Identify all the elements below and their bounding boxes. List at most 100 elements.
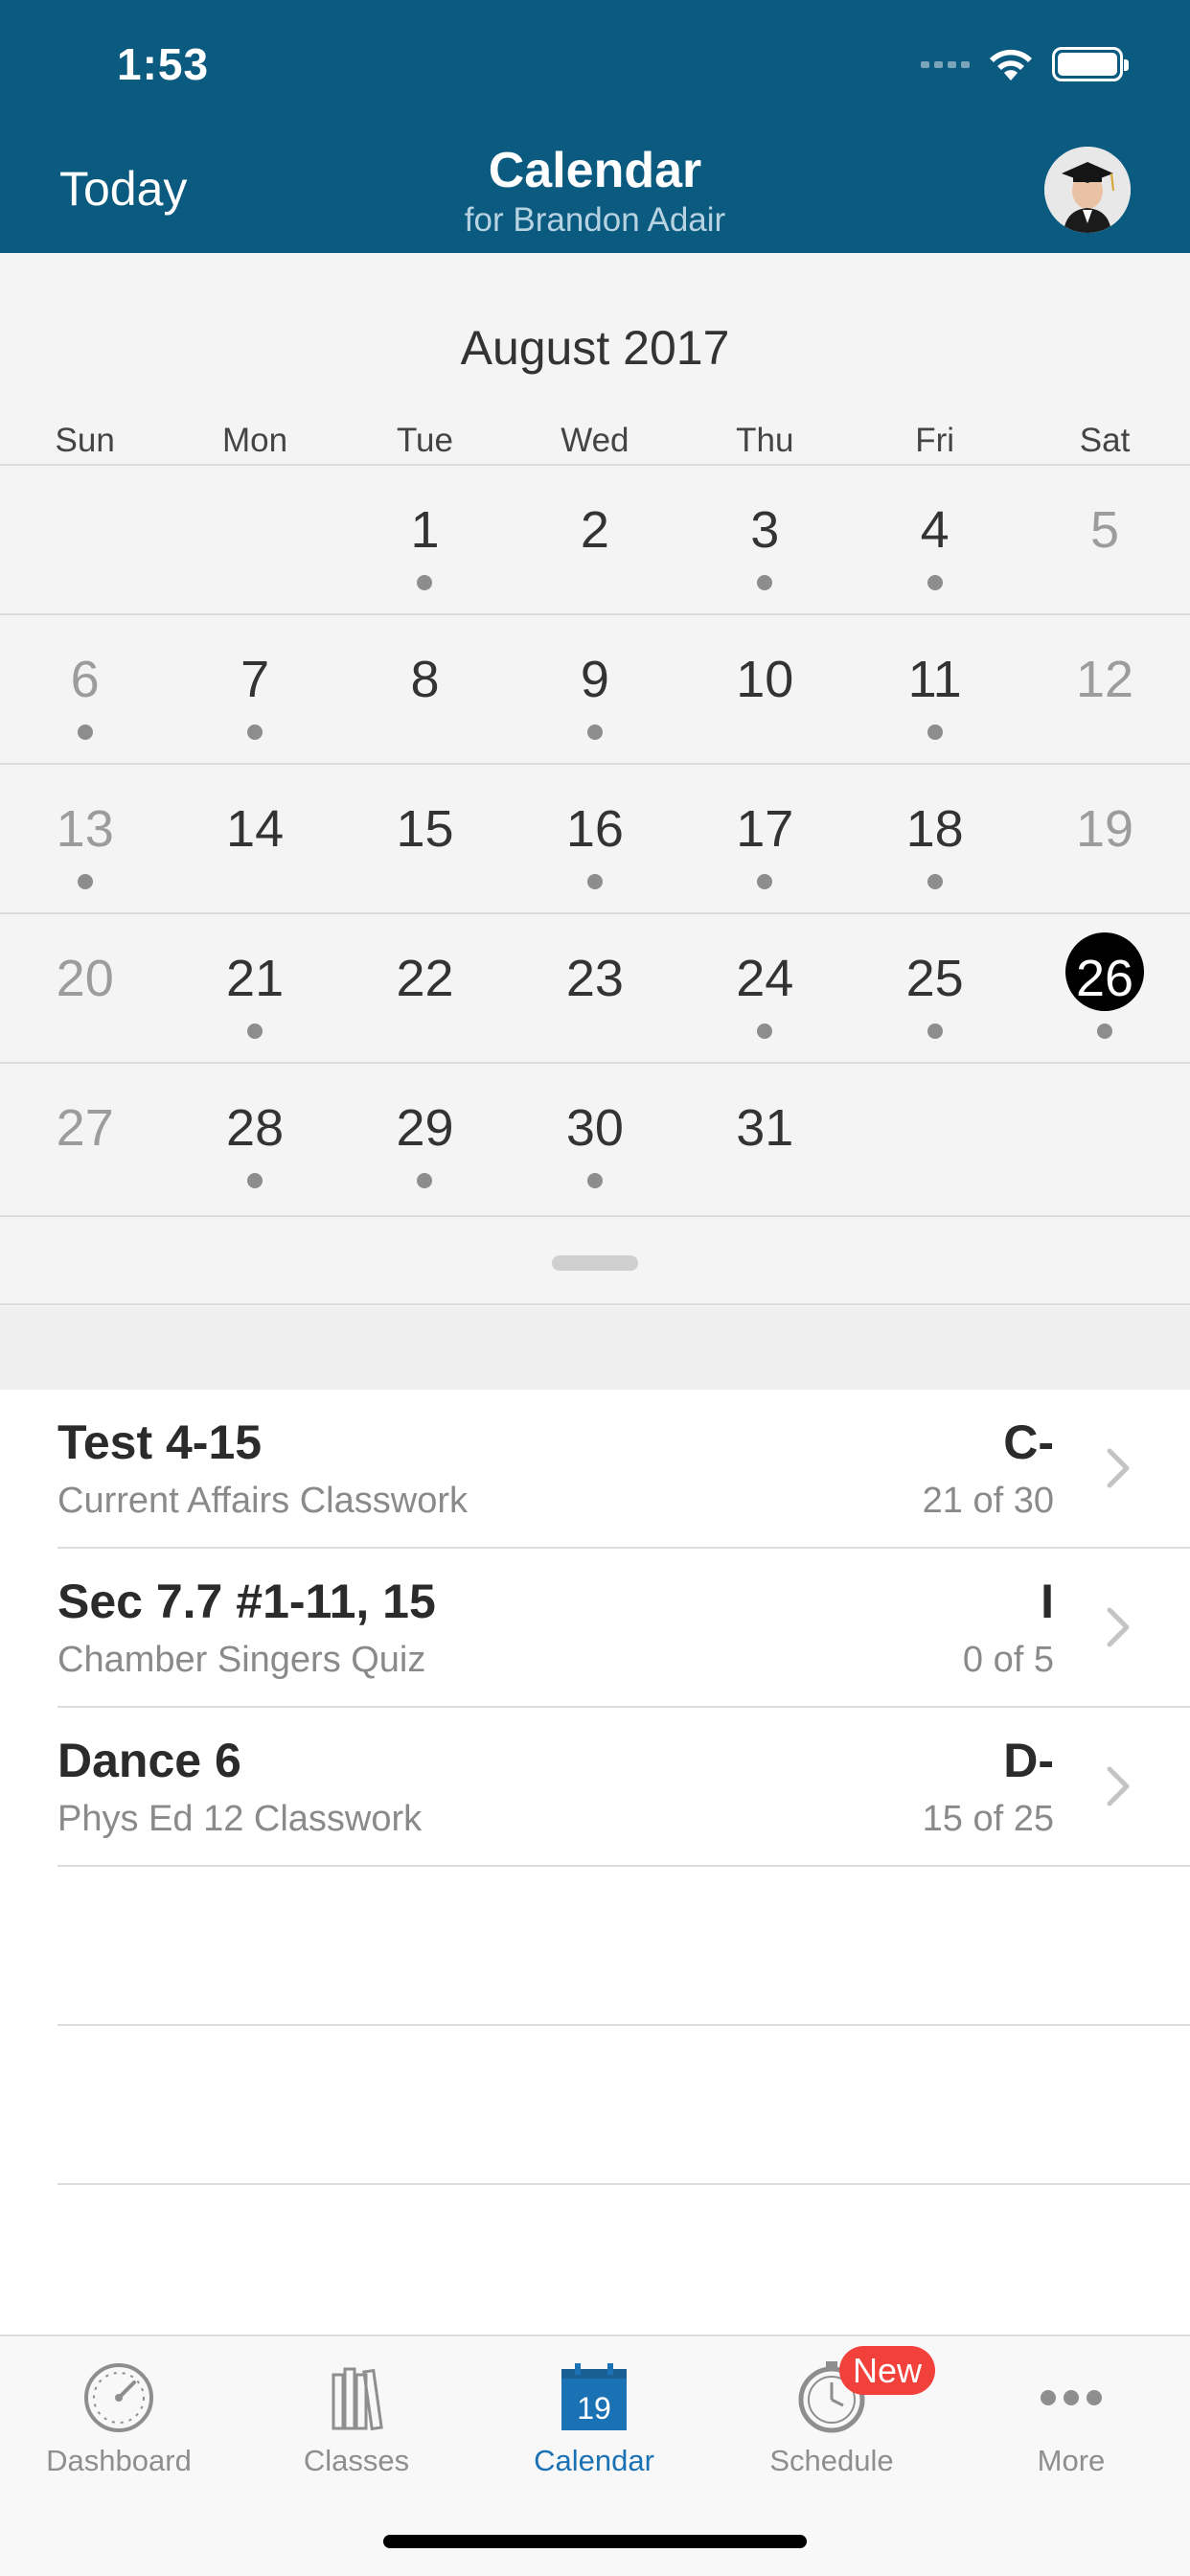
avatar-graduate-image	[1044, 147, 1131, 233]
home-indicator	[383, 2535, 807, 2548]
calendar-week-row: 27 28 29 30 31	[0, 1062, 1190, 1211]
day-number: 20	[56, 950, 114, 1007]
calendar-week-row: 20 21 22 23 24 25 26	[0, 912, 1190, 1062]
tab-label-more: More	[1037, 2444, 1106, 2477]
day-number: 29	[396, 1099, 454, 1157]
assignment-score: 21 of 30	[922, 1481, 1054, 1521]
calendar-day[interactable]: 15	[340, 765, 510, 912]
event-indicator-dot	[247, 1024, 263, 1039]
calendar-day[interactable]: 20	[0, 914, 170, 1062]
month-calendar: August 2017 Sun Mon Tue Wed Thu Fri Sat 123456…	[0, 253, 1190, 1307]
event-indicator-dot	[586, 874, 603, 889]
event-indicator-dot	[77, 724, 93, 740]
calendar-week-row: 6 7 8 9 10 11 12	[0, 613, 1190, 763]
assignment-title: Sec 7.7 #1-11, 15	[57, 1575, 436, 1628]
tab-schedule[interactable]: New Schedule	[713, 2336, 950, 2490]
calendar-day[interactable]: 29	[340, 1064, 510, 1211]
calendar-day[interactable]: 14	[170, 765, 339, 912]
student-avatar[interactable]	[1044, 147, 1131, 233]
assignment-grade: I	[1041, 1575, 1054, 1628]
assignment-title: Test 4-15	[57, 1415, 263, 1469]
calendar-day[interactable]: 21	[170, 914, 339, 1062]
tab-classes[interactable]: Classes	[238, 2336, 475, 2490]
assignment-score: 0 of 5	[962, 1640, 1054, 1680]
assignment-row[interactable]: Test 4-15 Current Affairs Classwork C- 21 o…	[57, 1390, 1190, 1549]
calendar-day[interactable]: 27	[0, 1064, 170, 1211]
calendar-day[interactable]: 8	[340, 615, 510, 763]
assignment-row[interactable]: Dance 6 Phys Ed 12 Classwork D- 15 of 25	[57, 1708, 1190, 1867]
day-number: 18	[905, 800, 964, 858]
drag-handle[interactable]	[552, 1255, 638, 1271]
calendar-week-row: 13 14 15 16 17 18 19	[0, 763, 1190, 912]
day-of-week-label: Mon	[222, 422, 288, 459]
books-icon	[316, 2356, 397, 2436]
tab-label-dashboard: Dashboard	[46, 2444, 192, 2477]
calendar-icon: 19	[554, 2356, 634, 2436]
assignment-title: Dance 6	[57, 1734, 241, 1787]
day-number: 19	[1076, 800, 1134, 858]
day-number: 28	[226, 1099, 285, 1157]
calendar-day[interactable]: 24	[680, 914, 850, 1062]
day-of-week-label: Wed	[561, 422, 629, 459]
calendar-day[interactable]: 30	[510, 1064, 679, 1211]
calendar-day[interactable]: 25	[850, 914, 1019, 1062]
calendar-day[interactable]: 3	[680, 466, 850, 613]
day-number: 26	[1076, 950, 1134, 1007]
navigation-header: 1:53 Today Calendar for Brandon Adair	[0, 0, 1190, 253]
event-indicator-dot	[77, 874, 93, 889]
tab-label-calendar: Calendar	[534, 2444, 654, 2477]
chevron-right-icon	[1104, 1447, 1133, 1489]
calendar-day[interactable]: 12	[1019, 615, 1189, 763]
tab-calendar[interactable]: 19 Calendar	[475, 2336, 713, 2490]
calendar-day[interactable]: 31	[680, 1064, 850, 1211]
event-indicator-dot	[417, 1173, 433, 1188]
calendar-day[interactable]: 19	[1019, 765, 1189, 912]
calendar-day[interactable]: 11	[850, 615, 1019, 763]
tab-more[interactable]: More	[952, 2336, 1190, 2490]
calendar-day[interactable]: 13	[0, 765, 170, 912]
calendar-day[interactable]: 1	[340, 466, 510, 613]
event-indicator-dot	[927, 575, 943, 590]
chevron-right-icon	[1104, 1606, 1133, 1648]
calendar-day[interactable]: 6	[0, 615, 170, 763]
assignment-row[interactable]: Sec 7.7 #1-11, 15 Chamber Singers Quiz I 0 …	[57, 1549, 1190, 1708]
calendar-collapse-bar[interactable]	[0, 1215, 1190, 1305]
assignment-class: Current Affairs Classwork	[57, 1481, 468, 1521]
calendar-day[interactable]: 22	[340, 914, 510, 1062]
dashboard-gauge-icon	[79, 2356, 159, 2436]
calendar-week-row: 1 2 3 4 5	[0, 464, 1190, 613]
event-indicator-dot	[417, 575, 433, 590]
calendar-day-empty	[1019, 1064, 1189, 1211]
day-number: 8	[410, 651, 440, 708]
day-of-week-label: Fri	[915, 422, 955, 459]
calendar-day[interactable]: 9	[510, 615, 679, 763]
calendar-day[interactable]: 18	[850, 765, 1019, 912]
calendar-day[interactable]: 16	[510, 765, 679, 912]
tab-dashboard[interactable]: Dashboard	[0, 2336, 238, 2490]
day-number: 25	[905, 950, 964, 1007]
calendar-day[interactable]: 10	[680, 615, 850, 763]
day-of-week-label: Sun	[55, 422, 115, 459]
assignment-list: Test 4-15 Current Affairs Classwork C- 21 o…	[0, 1390, 1190, 2185]
month-label: August 2017	[460, 321, 730, 375]
calendar-day-selected[interactable]: 26	[1019, 914, 1189, 1062]
day-of-week-label: Thu	[736, 422, 794, 459]
calendar-day[interactable]: 23	[510, 914, 679, 1062]
day-number: 15	[396, 800, 454, 858]
calendar-day[interactable]: 28	[170, 1064, 339, 1211]
calendar-day[interactable]: 4	[850, 466, 1019, 613]
calendar-day[interactable]: 5	[1019, 466, 1189, 613]
day-number: 14	[226, 800, 285, 858]
calendar-day[interactable]: 2	[510, 466, 679, 613]
day-number: 31	[736, 1099, 794, 1157]
event-indicator-dot	[927, 724, 943, 740]
calendar-day-empty	[850, 1064, 1019, 1211]
day-number: 12	[1076, 651, 1134, 708]
calendar-day[interactable]: 17	[680, 765, 850, 912]
day-number: 9	[580, 651, 609, 708]
calendar-day[interactable]: 7	[170, 615, 339, 763]
day-number: 7	[240, 651, 270, 708]
new-badge: New	[839, 2346, 936, 2396]
header-title-block: Calendar for Brandon Adair	[0, 142, 1190, 240]
event-indicator-dot	[757, 575, 773, 590]
